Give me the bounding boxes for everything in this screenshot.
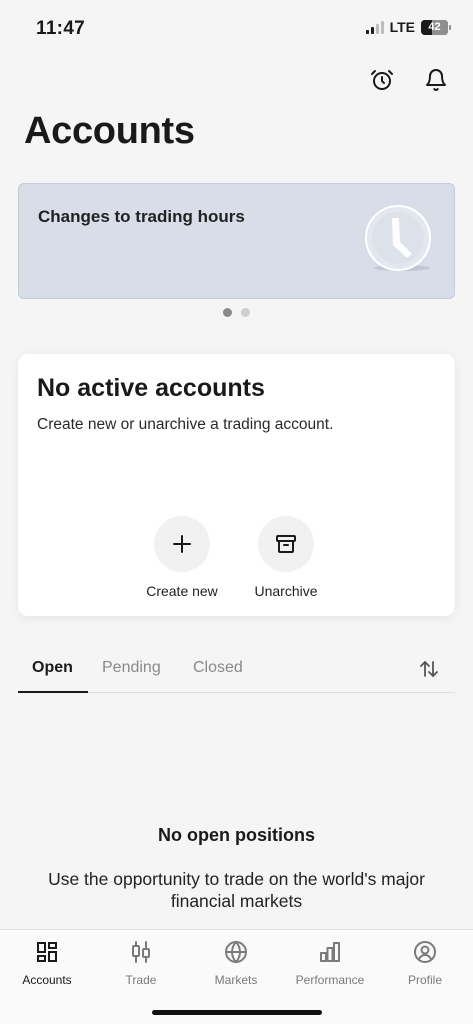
tab-open[interactable]: Open xyxy=(32,659,73,677)
create-new-label: Create new xyxy=(146,583,218,599)
globe-icon xyxy=(225,940,247,964)
status-bar: 11:47 LTE 42 xyxy=(0,0,473,56)
pagination-dot-active[interactable] xyxy=(223,308,232,317)
empty-state-title: No open positions xyxy=(158,825,315,845)
accounts-card: No active accounts Create new or unarchi… xyxy=(18,354,455,616)
clock-illustration-icon xyxy=(365,205,431,271)
bottom-nav: Accounts Trade Markets Performance Profi… xyxy=(0,929,473,1024)
alarm-clock-icon xyxy=(371,70,393,90)
battery-icon: 42 xyxy=(421,19,451,35)
nav-item-trade[interactable]: Trade xyxy=(94,939,188,987)
accounts-card-title: No active accounts xyxy=(37,374,265,402)
nav-item-markets[interactable]: Markets xyxy=(189,939,283,987)
signal-icon xyxy=(365,20,384,34)
sort-arrows-icon xyxy=(420,661,438,677)
home-indicator xyxy=(152,1010,322,1015)
unarchive-circle[interactable] xyxy=(258,516,314,572)
notifications-button[interactable] xyxy=(422,66,450,94)
archive-box-icon xyxy=(276,535,296,553)
nav-label-accounts: Accounts xyxy=(22,973,72,987)
tab-pending[interactable]: Pending xyxy=(102,659,161,677)
battery-level: 42 xyxy=(428,21,441,33)
nav-label-markets: Markets xyxy=(214,973,258,987)
unarchive-label: Unarchive xyxy=(254,583,318,599)
nav-item-accounts[interactable]: Accounts xyxy=(0,939,94,987)
create-new-circle[interactable] xyxy=(154,516,210,572)
bell-icon xyxy=(426,69,446,91)
status-indicators: LTE 42 xyxy=(365,19,451,35)
nav-label-trade: Trade xyxy=(125,973,157,987)
alarm-button[interactable] xyxy=(368,66,396,94)
trading-hours-banner[interactable]: Changes to trading hours xyxy=(18,183,455,299)
status-time: 11:47 xyxy=(36,18,86,39)
bar-chart-icon xyxy=(320,942,340,962)
empty-state-message: Use the opportunity to trade on the worl… xyxy=(48,869,425,911)
candlestick-icon xyxy=(132,941,150,963)
plus-icon xyxy=(173,535,191,553)
nav-item-performance[interactable]: Performance xyxy=(283,939,377,987)
network-type: LTE xyxy=(389,19,415,35)
positions-tabs: Open Pending Closed xyxy=(18,648,455,693)
grid-icon xyxy=(37,942,57,962)
banner-title: Changes to trading hours xyxy=(38,207,245,226)
nav-label-profile: Profile xyxy=(407,973,442,987)
user-icon xyxy=(414,941,436,963)
active-tab-indicator xyxy=(18,691,88,693)
banner-pagination xyxy=(0,308,473,317)
tab-closed[interactable]: Closed xyxy=(193,659,243,677)
sort-button[interactable] xyxy=(417,657,441,681)
nav-label-performance: Performance xyxy=(295,973,365,987)
nav-item-profile[interactable]: Profile xyxy=(378,939,472,987)
unarchive-button[interactable]: Unarchive xyxy=(231,516,341,599)
page-title: Accounts xyxy=(24,110,195,152)
pagination-dot[interactable] xyxy=(241,308,250,317)
accounts-card-subtitle: Create new or unarchive a trading accoun… xyxy=(37,416,334,433)
create-new-button[interactable]: Create new xyxy=(127,516,237,599)
